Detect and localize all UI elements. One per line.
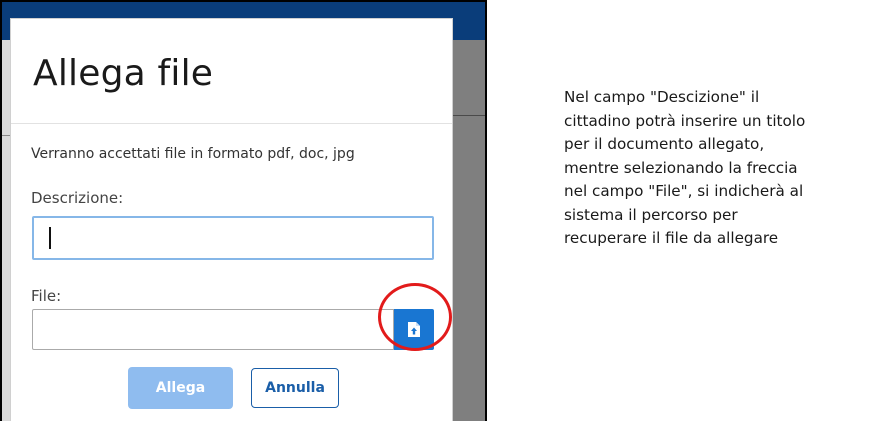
background-tick (2, 135, 10, 136)
explanation-text: Nel campo "Descizione" il cittadino potr… (564, 86, 882, 251)
highlight-circle (378, 283, 452, 351)
explanation-line: mentre selezionando la freccia (564, 158, 798, 177)
description-label: Descrizione: (31, 189, 124, 207)
attach-button[interactable]: Allega (128, 367, 233, 409)
explanation-line: sistema il percorso per (564, 205, 738, 224)
screenshot-frame-right (485, 0, 487, 421)
explanation-line: Nel campo "Descizione" il (564, 88, 760, 106)
accepted-formats-note: Verranno accettati file in formato pdf, … (31, 146, 355, 162)
cancel-button[interactable]: Annulla (251, 368, 339, 408)
background-divider (453, 115, 487, 116)
background-overlay-right (453, 40, 487, 421)
file-path-input[interactable] (32, 309, 394, 350)
file-label: File: (31, 287, 62, 305)
explanation-line: nel campo "File", si indicherà al (564, 182, 804, 200)
description-input[interactable] (32, 216, 434, 260)
application-screenshot: Allega file Verranno accettati file in f… (0, 0, 487, 421)
dialog-title: Allega file (33, 53, 214, 94)
attach-file-dialog: Allega file Verranno accettati file in f… (10, 18, 453, 421)
explanation-line: recuperare il file da allegare (564, 229, 779, 247)
screenshot-frame-left (0, 0, 2, 421)
text-caret (49, 227, 51, 249)
explanation-line: per il documento allegato, (564, 135, 765, 153)
explanation-line: cittadino potrà inserire un titolo (564, 111, 806, 130)
dialog-header-divider (11, 123, 452, 124)
screenshot-frame-top (0, 0, 487, 2)
